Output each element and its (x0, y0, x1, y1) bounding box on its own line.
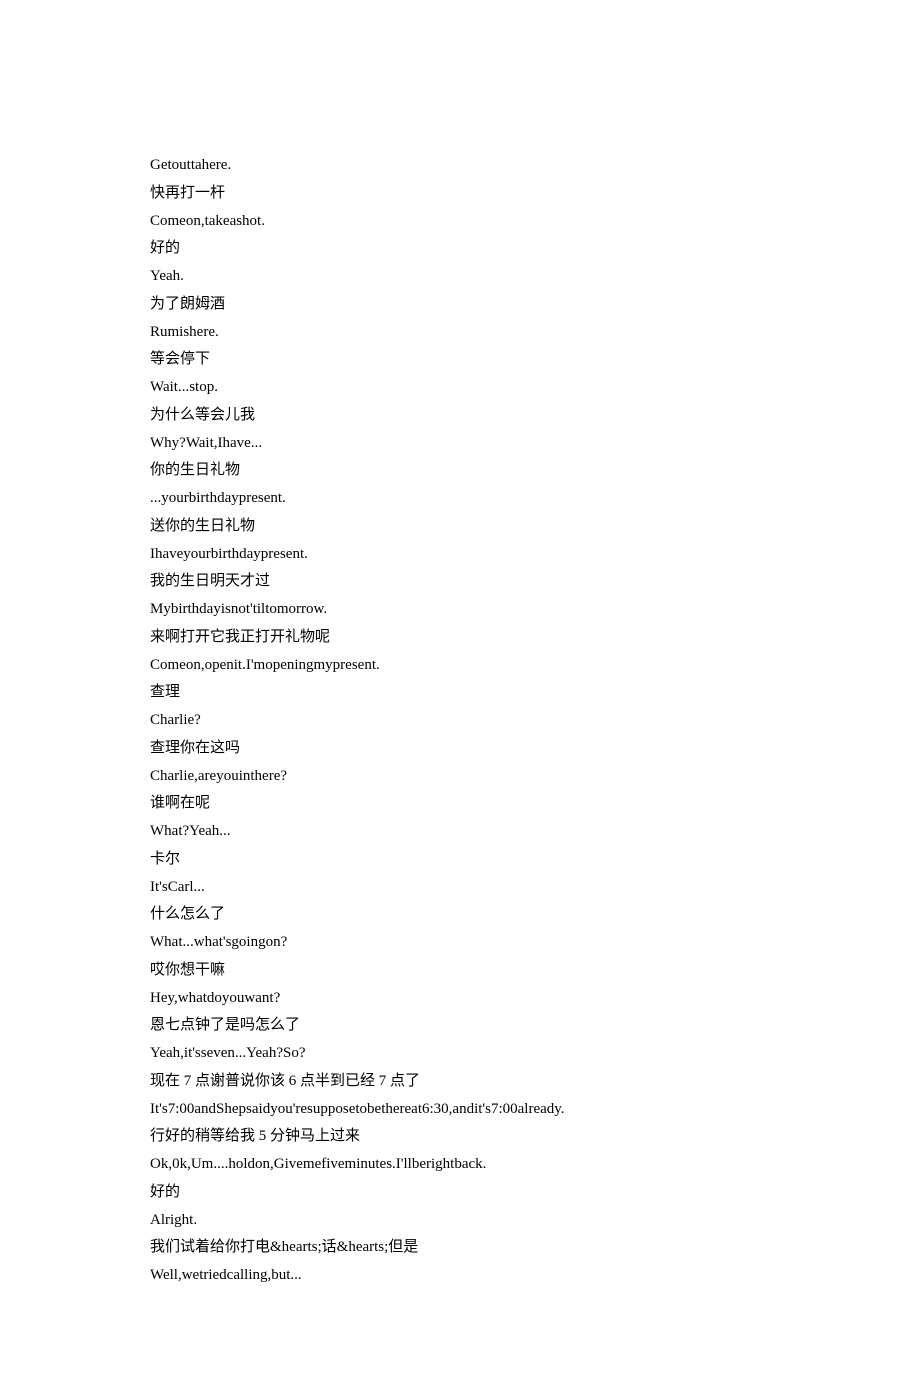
text-line: 查理 (150, 679, 770, 707)
text-line: Charlie? (150, 707, 770, 735)
text-line: Getouttahere. (150, 152, 770, 180)
document-page: Getouttahere.快再打一杆Comeon,takeashot.好的Yea… (0, 0, 920, 1390)
text-line: What?Yeah... (150, 818, 770, 846)
text-line: 快再打一杆 (150, 180, 770, 208)
text-line: Wait...stop. (150, 374, 770, 402)
text-line: Comeon,takeashot. (150, 208, 770, 236)
text-line: Mybirthdayisnot'tiltomorrow. (150, 596, 770, 624)
text-line: Hey,whatdoyouwant? (150, 985, 770, 1013)
text-line: 我的生日明天才过 (150, 568, 770, 596)
subtitle-text-block: Getouttahere.快再打一杆Comeon,takeashot.好的Yea… (150, 152, 770, 1290)
text-line: 什么怎么了 (150, 901, 770, 929)
text-line: 好的 (150, 235, 770, 263)
text-line: 为了朗姆酒 (150, 291, 770, 319)
text-line: What...what'sgoingon? (150, 929, 770, 957)
text-line: It's7:00andShepsaidyou'resupposetobether… (150, 1096, 770, 1124)
text-line: 为什么等会儿我 (150, 402, 770, 430)
text-line: 卡尔 (150, 846, 770, 874)
text-line: 送你的生日礼物 (150, 513, 770, 541)
text-line: 查理你在这吗 (150, 735, 770, 763)
text-line: Comeon,openit.I'mopeningmypresent. (150, 652, 770, 680)
text-line: Alright. (150, 1207, 770, 1235)
text-line: 我们试着给你打电&hearts;话&hearts;但是 (150, 1234, 770, 1262)
text-line: 等会停下 (150, 346, 770, 374)
text-line: 现在 7 点谢普说你该 6 点半到已经 7 点了 (150, 1068, 770, 1096)
text-line: 谁啊在呢 (150, 790, 770, 818)
text-line: 行好的稍等给我 5 分钟马上过来 (150, 1123, 770, 1151)
text-line: Well,wetriedcalling,but... (150, 1262, 770, 1290)
text-line: It'sCarl... (150, 874, 770, 902)
text-line: Rumishere. (150, 319, 770, 347)
text-line: Yeah. (150, 263, 770, 291)
text-line: Why?Wait,Ihave... (150, 430, 770, 458)
text-line: 来啊打开它我正打开礼物呢 (150, 624, 770, 652)
text-line: 好的 (150, 1179, 770, 1207)
text-line: 哎你想干嘛 (150, 957, 770, 985)
text-line: Yeah,it'sseven...Yeah?So? (150, 1040, 770, 1068)
text-line: Ihaveyourbirthdaypresent. (150, 541, 770, 569)
text-line: 恩七点钟了是吗怎么了 (150, 1012, 770, 1040)
text-line: Charlie,areyouinthere? (150, 763, 770, 791)
text-line: Ok,0k,Um....holdon,Givemefiveminutes.I'l… (150, 1151, 770, 1179)
text-line: 你的生日礼物 (150, 457, 770, 485)
text-line: ...yourbirthdaypresent. (150, 485, 770, 513)
